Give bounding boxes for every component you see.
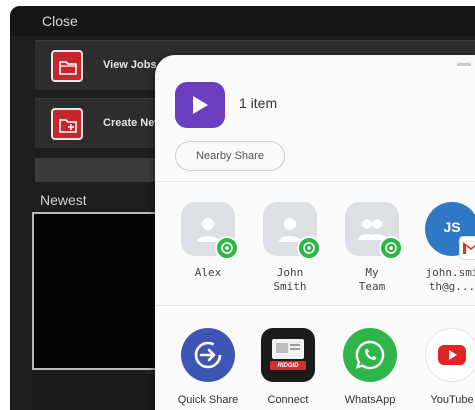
menu-item-label: View Jobs <box>103 59 157 71</box>
contact-name: Alex <box>194 266 222 279</box>
ridgid-connect-icon: RIDGID <box>261 328 315 382</box>
ridgid-logo-text: RIDGID <box>277 363 299 369</box>
contact-name: john.smi th@g... <box>425 266 475 293</box>
contact-alex[interactable]: Alex <box>173 202 243 280</box>
group-icon <box>345 202 403 260</box>
person-icon <box>263 202 321 260</box>
app-whatsapp[interactable]: WhatsApp <box>331 328 409 406</box>
contact-name: My Team <box>358 266 386 293</box>
whatsapp-icon <box>215 236 239 260</box>
nearby-share-button[interactable]: Nearby Share <box>175 141 285 171</box>
avatar: JS <box>425 202 475 260</box>
contact-my-team[interactable]: My Team <box>337 202 407 294</box>
share-sheet: 1 item Nearby Share Alex John Smith My T… <box>155 55 475 410</box>
whatsapp-icon <box>343 328 397 382</box>
menu-item-label: Create New <box>103 117 163 129</box>
app-youtube[interactable]: YouTube <box>413 328 475 406</box>
app-connect[interactable]: RIDGID Connect <box>249 328 327 406</box>
divider <box>155 181 475 182</box>
app-header: Close <box>10 6 475 36</box>
app-name: Connect <box>267 394 309 406</box>
whatsapp-icon <box>297 236 321 260</box>
contact-john-smith[interactable]: John Smith <box>255 202 325 294</box>
divider <box>155 305 475 306</box>
app-quick-share[interactable]: Quick Share <box>169 328 247 406</box>
person-icon <box>181 202 239 260</box>
section-heading-newest: Newest <box>40 192 87 208</box>
contact-name: John Smith <box>273 266 307 293</box>
whatsapp-icon <box>379 236 403 260</box>
gmail-icon <box>459 236 475 260</box>
drag-handle[interactable] <box>457 63 471 66</box>
app-name: WhatsApp <box>344 394 396 406</box>
shared-item-count: 1 item <box>239 95 278 111</box>
app-name: YouTube <box>430 394 474 406</box>
youtube-icon <box>425 328 475 382</box>
app-name: Quick Share <box>177 394 239 406</box>
quick-share-icon <box>181 328 235 382</box>
contact-john-smith-email[interactable]: JS john.smi th@g... <box>417 202 475 294</box>
folder-plus-icon <box>51 108 83 140</box>
close-button[interactable]: Close <box>42 13 78 29</box>
avatar-initials: JS <box>443 219 461 235</box>
play-icon <box>175 82 225 128</box>
folder-icon <box>51 50 83 82</box>
